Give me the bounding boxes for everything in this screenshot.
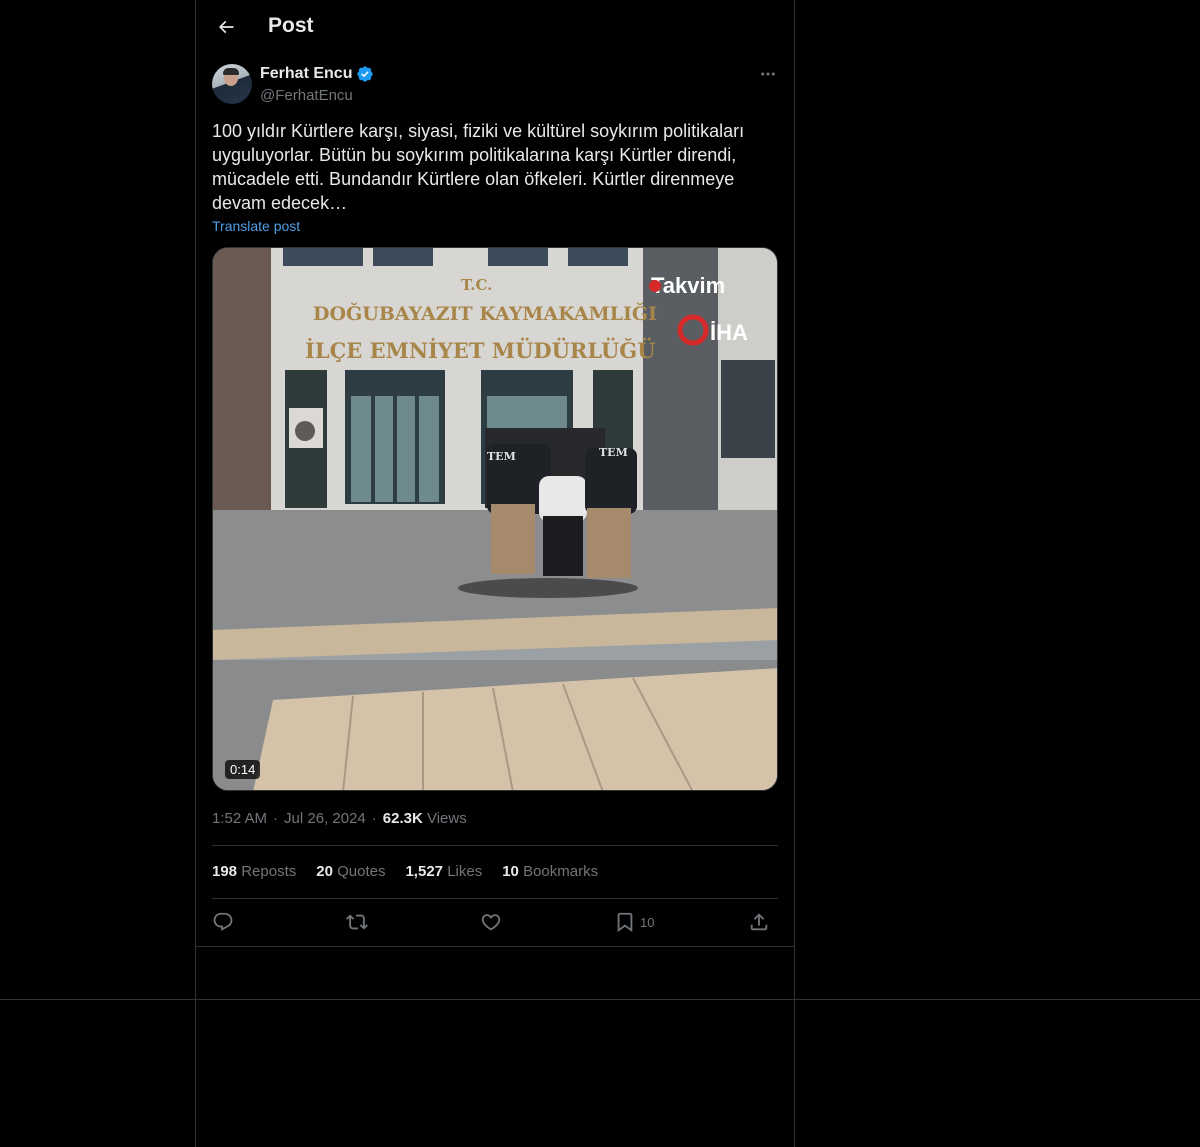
post-text: 100 yıldır Kürtlere karşı, siyasi, fizik… [212,121,745,213]
post-video[interactable]: T.C. DOĞUBAYAZIT KAYMAKAMLIĞI İLÇE EMNİY… [212,247,778,791]
engagement-stats: 198 Reposts 20 Quotes 1,527 Likes 10 Boo… [212,863,598,880]
post-meta: 1:52 AM · Jul 26, 2024 · 62.3K Views [212,810,467,827]
back-button[interactable] [212,13,240,41]
video-frame: T.C. DOĞUBAYAZIT KAYMAKAMLIĞI İLÇE EMNİY… [213,248,777,790]
sign-emniyet: İLÇE EMNİYET MÜDÜRLÜĞÜ [305,338,656,363]
post-author: Ferhat Encu @FerhatEncu [212,64,778,108]
views-stat: 62.3K Views [382,810,467,827]
quotes-stat[interactable]: 20 Quotes [316,863,385,880]
repost-button[interactable] [346,908,368,936]
divider [212,898,778,899]
watermark-iha: İHA [710,320,748,345]
bookmark-button[interactable]: 10 [614,908,654,936]
post-time[interactable]: 1:52 AM [212,810,267,827]
bookmark-icon [617,912,633,933]
action-bar: 10 [212,908,778,938]
page-title: Post [268,14,314,37]
sign-kaymakamlik: DOĞUBAYAZIT KAYMAKAMLIĞI [313,302,657,325]
watermark-takvim: Takvim [651,273,725,298]
reply-button[interactable] [212,908,234,936]
post-bottom-border [195,946,795,947]
heart-icon [481,914,501,931]
share-button[interactable] [748,908,770,936]
jacket-label-left: TEM [487,450,516,463]
author-handle[interactable]: @FerhatEncu [260,87,353,104]
like-button[interactable] [480,908,502,936]
reply-icon [213,912,233,931]
repost-icon [346,914,368,930]
main-column: Post Ferhat Encu @FerhatEncu 100 yıldır … [195,0,795,1147]
jacket-label-right: TEM [599,446,628,459]
page-divider [0,999,1200,1000]
avatar[interactable] [212,64,252,104]
arrow-left-icon [218,20,234,34]
likes-stat[interactable]: 1,527 Likes [405,863,482,880]
video-duration: 0:14 [225,760,261,779]
bookmark-count: 10 [640,914,655,930]
share-icon [750,913,768,931]
more-options-button[interactable] [758,64,778,84]
page-header: Post [196,0,794,54]
bookmarks-stat: 10 Bookmarks [502,863,599,880]
divider [212,845,778,846]
more-dots-icon [761,72,775,76]
post-date[interactable]: Jul 26, 2024 [284,810,366,827]
sign-tc: T.C. [461,276,492,294]
author-name[interactable]: Ferhat Encu [260,65,352,83]
verified-badge-icon [357,66,374,82]
translate-post-link[interactable]: Translate post [212,218,300,234]
reposts-stat[interactable]: 198 Reposts [212,863,296,880]
